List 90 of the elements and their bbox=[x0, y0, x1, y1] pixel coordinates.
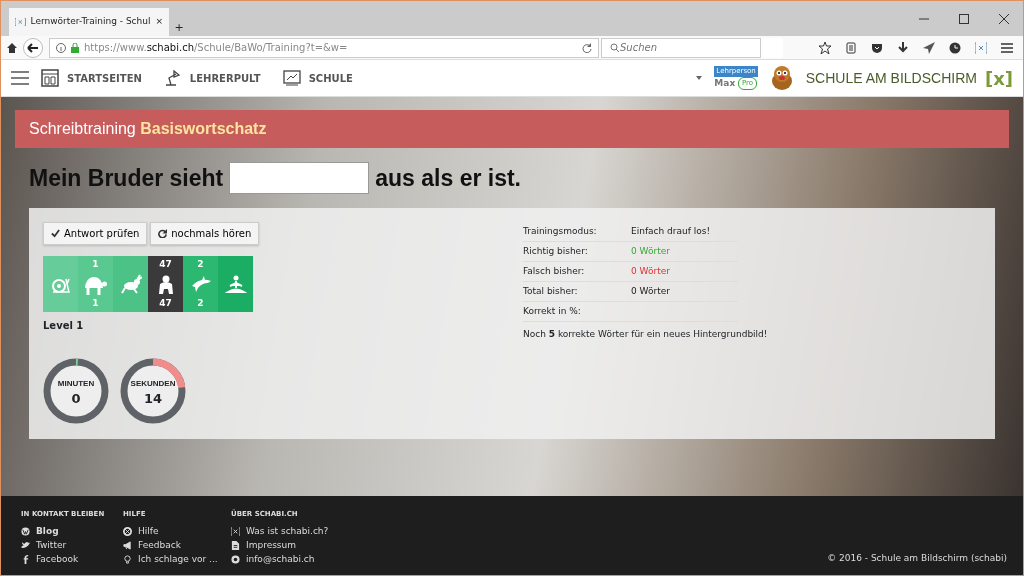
lock-icon bbox=[71, 42, 79, 53]
home-icon[interactable] bbox=[7, 42, 17, 53]
stat-label: Falsch bisher: bbox=[523, 264, 586, 278]
stat-value: 0 Wörter bbox=[631, 284, 670, 298]
caret-icon[interactable] bbox=[696, 76, 703, 80]
download-icon[interactable] bbox=[897, 41, 909, 54]
stat-value: 0 Wörter bbox=[631, 244, 670, 258]
level-label: Level 1 bbox=[43, 318, 84, 333]
count-text: 2 bbox=[197, 259, 204, 270]
send-icon[interactable] bbox=[923, 41, 935, 54]
count-text: 2 bbox=[197, 298, 204, 309]
tab-close-button[interactable]: × bbox=[155, 15, 163, 29]
document-icon bbox=[231, 541, 240, 550]
browser-tab[interactable]: Lernwörter-Training - Schul × bbox=[9, 8, 169, 36]
new-tab-button[interactable]: + bbox=[169, 19, 190, 36]
copyright-text: © 2016 - Schule am Bildschirm (schabi) bbox=[827, 551, 1007, 565]
back-icon[interactable] bbox=[23, 37, 43, 58]
footer-link[interactable]: Was ist schabi.ch? bbox=[246, 524, 329, 539]
footer-link[interactable]: Hilfe bbox=[138, 524, 159, 539]
level-tile[interactable] bbox=[113, 256, 148, 312]
megaphone-icon bbox=[123, 541, 132, 550]
count-text: 1 bbox=[92, 259, 99, 270]
footer-link[interactable]: Ich schlage vor ... bbox=[138, 552, 218, 567]
facebook-icon bbox=[21, 555, 30, 564]
count-text: 1 bbox=[92, 298, 99, 309]
footer-link[interactable]: Twitter bbox=[36, 538, 67, 553]
sentence-text: aus als er ist. bbox=[375, 164, 521, 192]
address-field[interactable]: https://www.schabi.ch/Schule/BaWo/Training?t=&w= bbox=[49, 37, 599, 58]
footer-link[interactable]: Facebook bbox=[36, 552, 79, 567]
chart-board-icon bbox=[282, 69, 301, 87]
count-text: 47 bbox=[159, 298, 172, 309]
timer-label: MINUTEN bbox=[57, 378, 95, 388]
stat-value: Einfach drauf los! bbox=[631, 224, 711, 238]
nav-link[interactable]: STARTSEITEN bbox=[41, 69, 142, 87]
stat-value: 0 Wörter bbox=[631, 264, 670, 278]
window-icon bbox=[41, 69, 59, 87]
tab-title: Lernwörter-Training - Schul bbox=[30, 15, 151, 29]
lightbulb-icon bbox=[123, 555, 132, 564]
stat-label: Total bisher: bbox=[523, 284, 579, 298]
level-tile[interactable]: 47 47 bbox=[148, 256, 183, 312]
bookmark-star-icon[interactable] bbox=[819, 41, 831, 54]
reload-icon bbox=[158, 229, 168, 238]
search-icon bbox=[610, 42, 620, 53]
user-name: Max bbox=[714, 76, 736, 90]
nav-link[interactable]: SCHULE bbox=[282, 69, 353, 87]
check-icon bbox=[51, 229, 60, 238]
reload-icon[interactable] bbox=[582, 42, 592, 53]
pocket-icon[interactable] bbox=[871, 41, 883, 54]
reader-icon[interactable] bbox=[845, 41, 857, 54]
clock-icon[interactable] bbox=[949, 41, 961, 54]
rabbit-icon bbox=[119, 273, 142, 295]
yoga-icon bbox=[224, 273, 247, 295]
menu-icon[interactable] bbox=[1001, 41, 1013, 54]
page-title: Schreibtraining Basiswortschatz bbox=[29, 119, 267, 139]
action-button[interactable]: nochmals hören bbox=[150, 222, 260, 245]
sentence-text: Mein Bruder sieht bbox=[29, 164, 224, 192]
stat-label: Richtig bisher: bbox=[523, 244, 589, 258]
menu-icon[interactable] bbox=[11, 71, 29, 85]
close-icon[interactable] bbox=[999, 13, 1009, 24]
logo-mark: [x] bbox=[984, 67, 1013, 89]
lifebuoy-icon bbox=[123, 527, 132, 536]
action-button[interactable]: Antwort prüfen bbox=[43, 222, 148, 245]
stat-label: Korrekt in %: bbox=[523, 304, 582, 318]
beaver-mascot-icon bbox=[769, 65, 794, 91]
level-tile[interactable] bbox=[43, 256, 78, 312]
bird-icon bbox=[21, 541, 30, 550]
site-icon[interactable] bbox=[975, 41, 987, 54]
timer-value: 14 bbox=[142, 391, 164, 406]
stat-label: Trainingsmodus: bbox=[523, 224, 598, 238]
info-icon bbox=[56, 42, 66, 53]
lamp-icon bbox=[163, 69, 182, 87]
note-text: Noch 5 korrekte Wörter für ein neues Hintergrundbild! bbox=[523, 328, 768, 341]
footer-link[interactable]: Feedback bbox=[138, 538, 181, 553]
timer-value: 0 bbox=[70, 391, 82, 406]
url-text: https://www.schabi.ch/Schule/BaWo/Training?t=&w= bbox=[84, 41, 348, 55]
timer-label: SEKUNDEN bbox=[130, 378, 176, 388]
wordpress-icon bbox=[21, 527, 30, 536]
footer-link[interactable]: Blog bbox=[36, 524, 59, 539]
footer-link[interactable]: info@schabi.ch bbox=[246, 552, 315, 567]
count-text: 47 bbox=[159, 259, 172, 270]
answer-field[interactable] bbox=[229, 162, 370, 194]
at-icon bbox=[231, 555, 240, 564]
footer-link[interactable]: Impressum bbox=[246, 538, 297, 553]
logo-text: SCHULE AM BILDSCHIRM bbox=[805, 70, 977, 86]
site-icon bbox=[231, 527, 240, 536]
site-icon bbox=[15, 17, 26, 27]
nav-link[interactable]: LEHRERPULT bbox=[163, 69, 261, 87]
level-tile[interactable] bbox=[218, 256, 253, 312]
search-input[interactable]: Suchen bbox=[601, 37, 761, 58]
maximize-icon[interactable] bbox=[959, 13, 969, 24]
